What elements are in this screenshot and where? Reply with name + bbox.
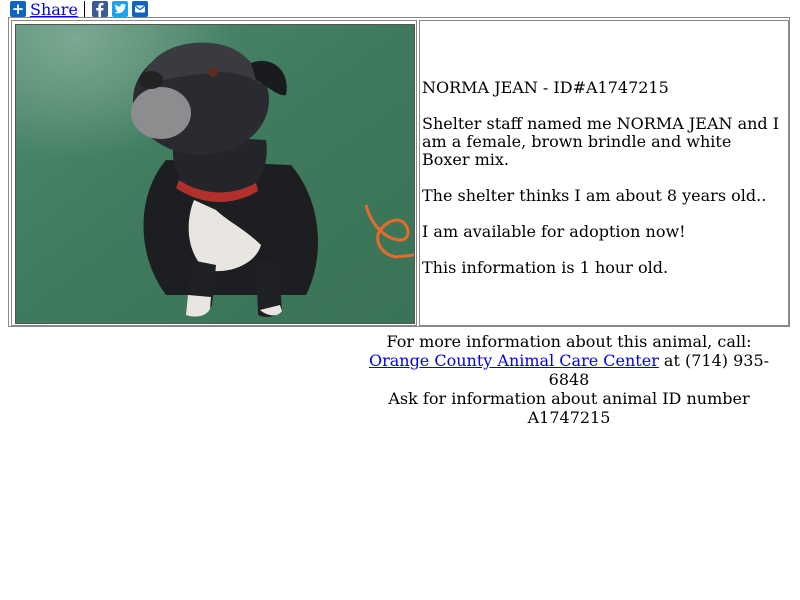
share-bar: + Share bbox=[10, 0, 152, 19]
contact-line-1: For more information about this animal, … bbox=[386, 332, 752, 351]
animal-photo[interactable] bbox=[15, 24, 415, 324]
animal-info: NORMA JEAN - ID#A1747215 Shelter staff n… bbox=[422, 79, 782, 295]
animal-age: The shelter thinks I am about 8 years ol… bbox=[422, 186, 767, 205]
facebook-icon[interactable] bbox=[91, 1, 108, 17]
contact-info: For more information about this animal, … bbox=[360, 332, 778, 427]
share-plus-icon[interactable]: + bbox=[10, 1, 26, 17]
info-cell: NORMA JEAN - ID#A1747215 Shelter staff n… bbox=[419, 20, 789, 326]
shelter-link[interactable]: Orange County Animal Care Center bbox=[369, 351, 659, 370]
share-link[interactable]: Share bbox=[30, 0, 78, 19]
share-separator bbox=[83, 1, 85, 17]
contact-line-3: Ask for information about animal ID numb… bbox=[388, 389, 750, 427]
twitter-icon[interactable] bbox=[111, 1, 128, 17]
animal-table: NORMA JEAN - ID#A1747215 Shelter staff n… bbox=[8, 17, 790, 327]
animal-description: Shelter staff named me NORMA JEAN and I … bbox=[422, 114, 780, 169]
contact-line-2: Orange County Animal Care Center at (714… bbox=[360, 351, 778, 389]
email-icon[interactable] bbox=[131, 1, 148, 17]
info-freshness: This information is 1 hour old. bbox=[422, 258, 669, 277]
photo-cell bbox=[11, 20, 417, 326]
animal-title: NORMA JEAN - ID#A1747215 bbox=[422, 78, 669, 97]
animal-availability: I am available for adoption now! bbox=[422, 222, 686, 241]
